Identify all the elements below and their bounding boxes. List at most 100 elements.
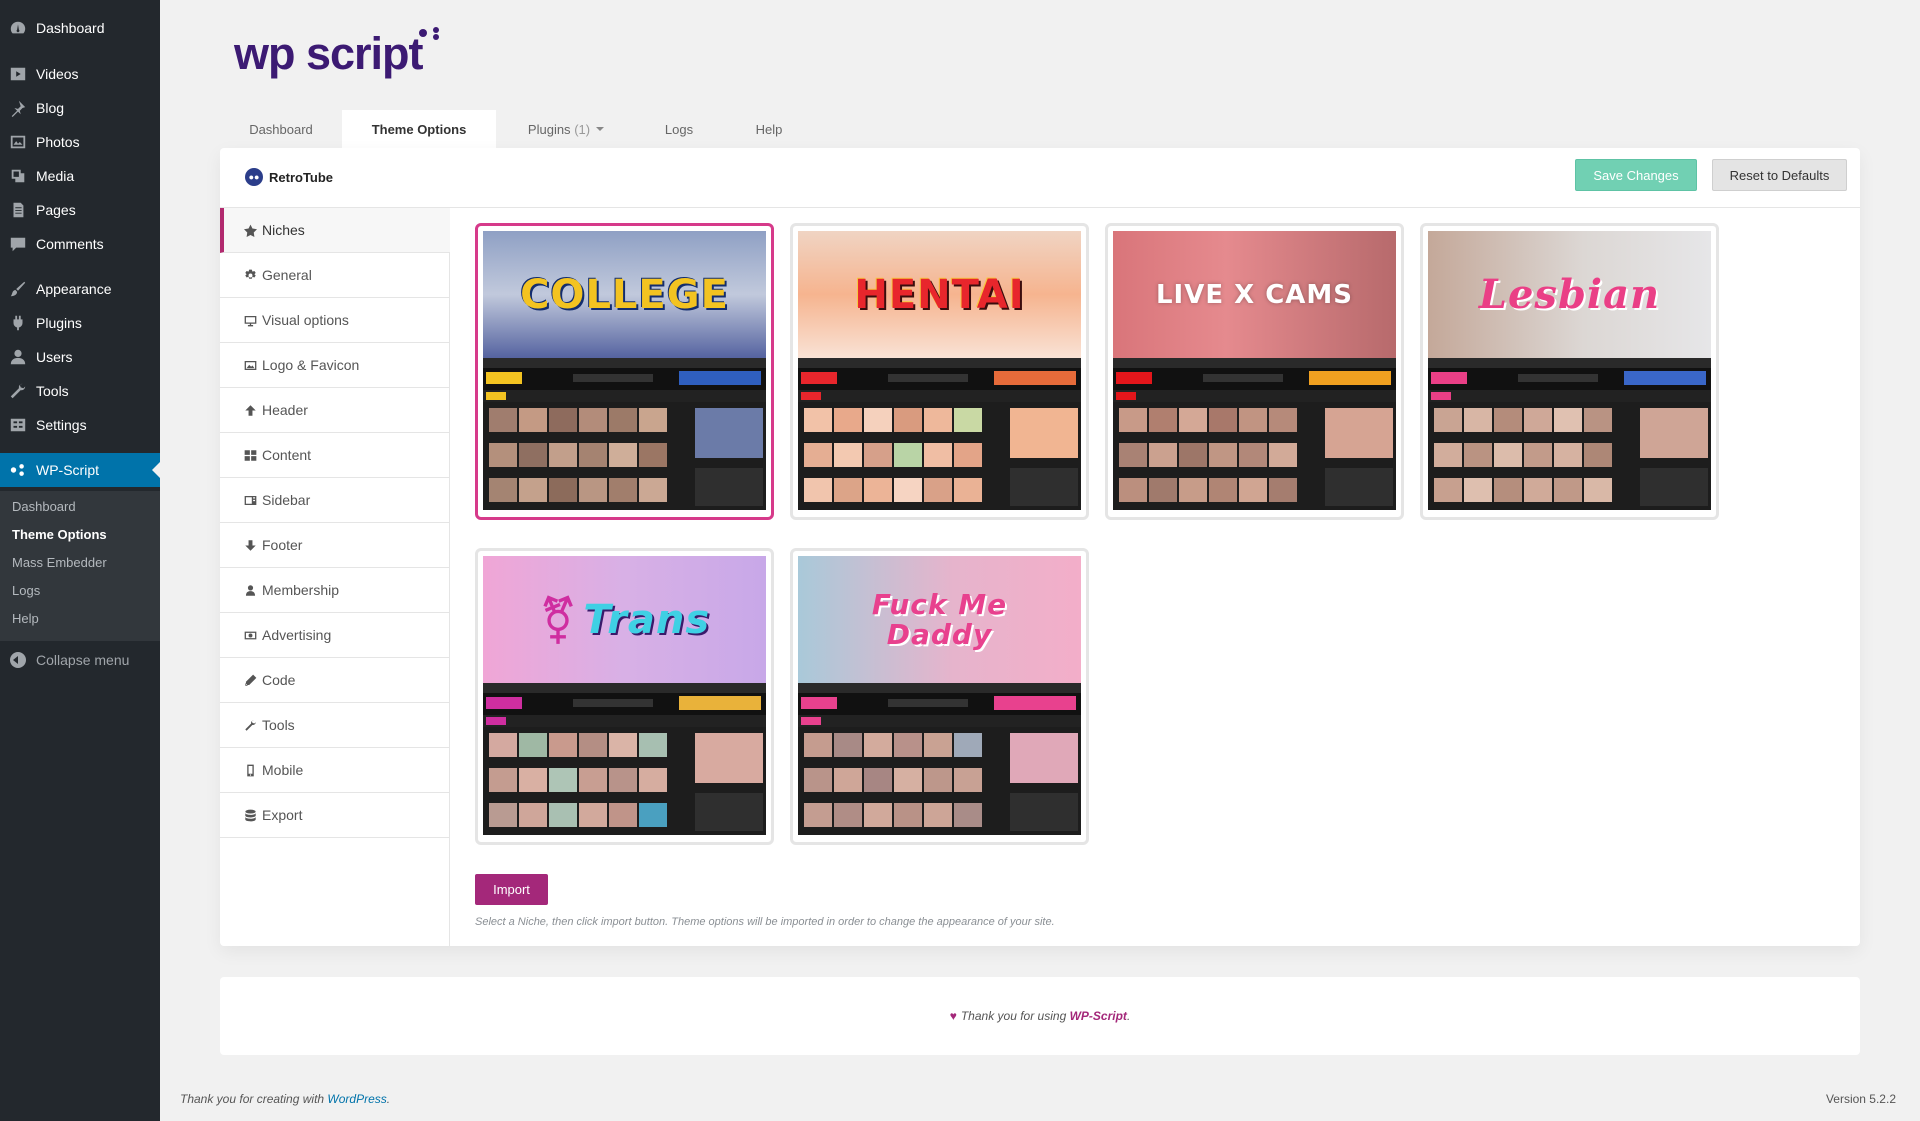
reset-defaults-button[interactable]: Reset to Defaults [1712,159,1847,191]
mobile-icon [240,764,260,777]
menu-media[interactable]: Media [0,159,160,193]
section-mobile[interactable]: Mobile [220,748,450,793]
section-niches[interactable]: Niches [220,208,450,253]
menu-photos[interactable]: Photos [0,125,160,159]
niche-banner: ⚧ Trans [483,556,766,683]
wp-script-link[interactable]: WP-Script [1070,1009,1127,1023]
section-header[interactable]: Header [220,388,450,433]
wordpress-link[interactable]: WordPress [327,1092,386,1106]
tab-plugins[interactable]: Plugins (1) [496,110,636,148]
menu-comments[interactable]: Comments [0,227,160,261]
menu-pages[interactable]: Pages [0,193,160,227]
plugin-icon [0,314,36,332]
image-icon [240,359,260,372]
panel-header: ●● RetroTube Save Changes Reset to Defau… [220,148,1860,208]
pin-icon [0,99,36,117]
niche-live-x-cams[interactable]: LIVE X CAMS [1105,223,1404,520]
niche-banner: Lesbian [1428,231,1711,358]
media-icon [0,167,36,185]
section-membership[interactable]: Membership [220,568,450,613]
star-icon [240,224,260,237]
niche-college[interactable]: COLLEGE [475,223,774,520]
menu-users[interactable]: Users [0,340,160,374]
page-icon [0,201,36,219]
niche-preview [798,358,1081,510]
grid-icon [240,449,260,462]
retrotube-icon: ●● [245,168,263,186]
section-export[interactable]: Export [220,793,450,838]
menu-settings[interactable]: Settings [0,408,160,442]
dashboard-icon [0,19,36,37]
chevron-down-icon [596,127,605,131]
comment-icon [0,235,36,253]
wp-script-submenu: Dashboard Theme Options Mass Embedder Lo… [0,491,160,641]
niche-preview [483,683,766,835]
section-sidebar[interactable]: Sidebar [220,478,450,523]
thank-you-card: ♥ Thank you for using WP-Script. [220,977,1860,1055]
section-code[interactable]: Code [220,658,450,703]
submenu-help[interactable]: Help [12,611,39,626]
ad-icon [240,629,260,642]
import-button[interactable]: Import [475,874,548,905]
wp-footer-text: Thank you for creating with WordPress. [180,1092,391,1106]
tab-logs[interactable]: Logs [636,110,722,148]
admin-sidebar: Dashboard Videos Blog Photos Media Pages… [0,0,160,1121]
collapse-icon [10,652,26,668]
niche-trans[interactable]: ⚧ Trans [475,548,774,845]
section-tools[interactable]: Tools [220,703,450,748]
niche-banner: COLLEGE [483,231,766,358]
niche-fuck-me-daddy[interactable]: Fuck Me Daddy [790,548,1089,845]
niche-banner: LIVE X CAMS [1113,231,1396,358]
user-icon [0,348,36,366]
theme-options-panel: ●● RetroTube Save Changes Reset to Defau… [220,148,1860,946]
niche-banner: Fuck Me Daddy [798,556,1081,683]
gender-symbol-icon: ⚧ [538,593,578,646]
niche-preview [483,358,766,510]
niche-hentai[interactable]: HENTAI [790,223,1089,520]
section-advertising[interactable]: Advertising [220,613,450,658]
options-sidebar: Niches General Visual options Logo & Fav… [220,208,450,946]
menu-dashboard[interactable]: Dashboard [0,11,160,45]
niche-preview [1428,358,1711,510]
menu-videos[interactable]: Videos [0,57,160,91]
arrow-up-icon [240,404,260,417]
tab-dashboard[interactable]: Dashboard [220,110,342,148]
collapse-menu-button[interactable]: Collapse menu [0,650,160,670]
theme-title: ●● RetroTube [245,168,333,186]
pencil-icon [240,674,260,687]
submenu-dashboard[interactable]: Dashboard [12,499,76,514]
arrow-down-icon [240,539,260,552]
database-icon [240,809,260,822]
sidebar-icon [240,494,260,507]
menu-blog[interactable]: Blog [0,91,160,125]
menu-tools[interactable]: Tools [0,374,160,408]
wrench-icon [240,719,260,732]
tab-help[interactable]: Help [722,110,816,148]
submenu-logs[interactable]: Logs [12,583,40,598]
submenu-theme-options[interactable]: Theme Options [12,527,107,542]
section-content[interactable]: Content [220,433,450,478]
section-visual-options[interactable]: Visual options [220,298,450,343]
submenu-mass-embedder[interactable]: Mass Embedder [12,555,107,570]
niche-banner: HENTAI [798,231,1081,358]
niche-preview [1113,358,1396,510]
section-general[interactable]: General [220,253,450,298]
menu-wp-script[interactable]: WP-Script [0,453,160,487]
niche-preview [798,683,1081,835]
section-logo-favicon[interactable]: Logo & Favicon [220,343,450,388]
wpscript-icon [0,461,36,479]
import-help-text: Select a Niche, then click import button… [475,916,1055,928]
wrench-icon [0,382,36,400]
save-changes-button[interactable]: Save Changes [1575,159,1697,191]
niche-lesbian[interactable]: Lesbian [1420,223,1719,520]
video-icon [0,65,36,83]
menu-plugins[interactable]: Plugins [0,306,160,340]
brush-icon [0,280,36,298]
section-footer[interactable]: Footer [220,523,450,568]
gear-icon [240,269,260,282]
logo-dots-icon [419,27,439,40]
tab-theme-options[interactable]: Theme Options [342,110,496,148]
photo-icon [0,133,36,151]
wp-script-tabs: Dashboard Theme Options Plugins (1) Logs… [220,110,816,148]
menu-appearance[interactable]: Appearance [0,272,160,306]
